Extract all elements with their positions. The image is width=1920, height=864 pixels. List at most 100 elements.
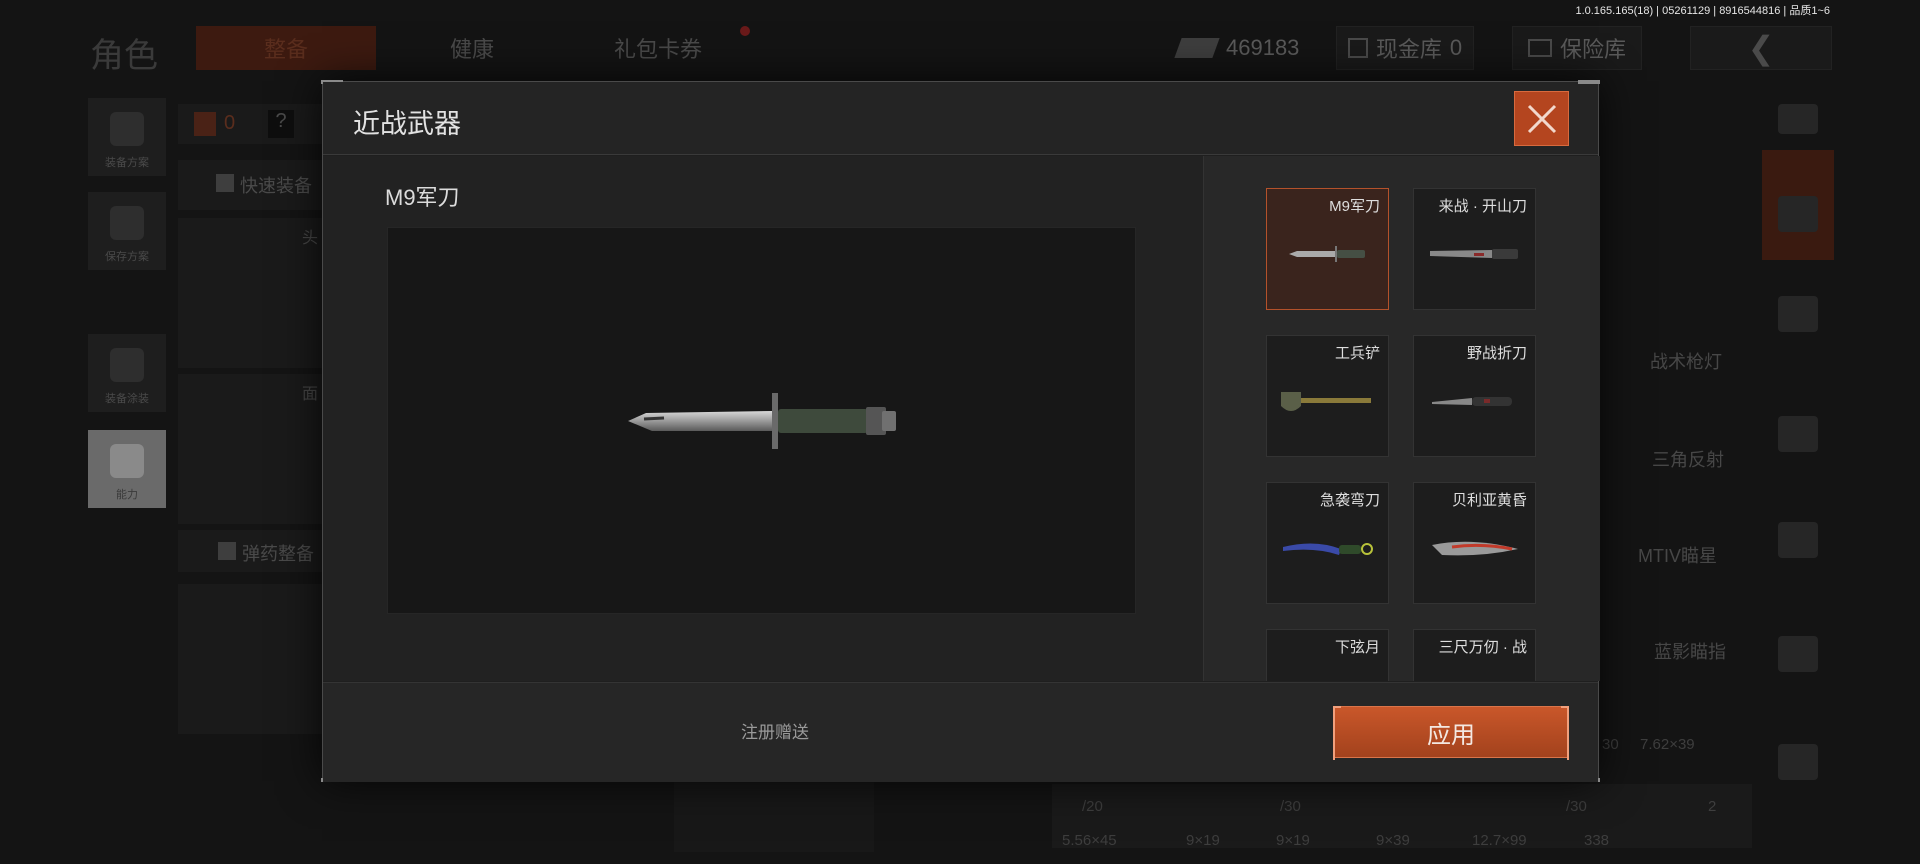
ammo-cell-5: 12.7×99 (1472, 832, 1527, 849)
weapon-card-label: 工兵铲 (1334, 345, 1380, 362)
weapon-card-beria-dusk[interactable]: 贝利亚黄昏 (1413, 482, 1536, 604)
tab-equip[interactable]: 整备 (196, 26, 376, 70)
acquisition-source: 注册赠送 (741, 723, 809, 742)
helmet-icon (110, 348, 144, 382)
help-icon[interactable]: ? (268, 110, 294, 138)
save-plan-button[interactable]: 保存方案 (88, 192, 166, 270)
ammo-count-3: /30 (1566, 798, 1587, 815)
layers-icon (1778, 196, 1818, 232)
weapon-card-crescent[interactable]: 下弦月 (1266, 629, 1389, 681)
attachment-label-light: 战术枪灯 (1650, 352, 1722, 372)
head-slot-label: 头 (301, 230, 318, 247)
ammo-count-5: 2 (1708, 798, 1717, 815)
weapon-card-label: 下弦月 (1334, 639, 1380, 656)
armor-count: 0 (224, 112, 236, 134)
lightning-icon (110, 444, 144, 478)
currency-amount: 469183 (1226, 35, 1300, 60)
weapon-card-folding-knife[interactable]: 野战折刀 (1413, 335, 1536, 457)
ammo-cell-3: 9×19 (1276, 832, 1310, 849)
attachment-label-sight: MTIV瞄星 (1638, 546, 1717, 566)
cash-vault-button[interactable]: 现金库 0 (1336, 26, 1474, 70)
karambit-bg-icon (674, 782, 874, 852)
safe-icon (1527, 39, 1552, 57)
ammo-cell-4: 9×39 (1376, 832, 1410, 849)
apply-button[interactable]: 应用 (1333, 706, 1569, 760)
cash-vault-label: 现金库 (1375, 37, 1442, 62)
page-title: 角色 (90, 37, 158, 75)
insurance-label: 保险库 (1559, 37, 1626, 62)
scope-icon (1778, 744, 1818, 780)
loadout-plan-button[interactable]: 装备方案 (88, 98, 166, 176)
ammo-cell-7: 7.62×39 (1640, 736, 1695, 753)
ammo-count-4: 30 (1602, 736, 1619, 753)
rifle-icon (1778, 416, 1818, 452)
download-icon (110, 206, 144, 240)
tab-gift-cards[interactable]: 礼包卡券 (568, 26, 748, 70)
save-plan-label: 保存方案 (105, 251, 149, 263)
currency-display: 469183 (1174, 26, 1300, 70)
grip-icon (1778, 636, 1818, 672)
stack-icon (1778, 104, 1818, 134)
bg-slot (178, 584, 328, 734)
selected-weapon-name: M9军刀 (385, 185, 460, 210)
weapon-card-label: M9军刀 (1329, 198, 1380, 215)
vault-icon (1347, 38, 1368, 58)
back-button[interactable]: ❮ (1690, 26, 1832, 70)
armor-icon (194, 112, 216, 136)
equip-skin-label: 装备涂装 (105, 393, 149, 405)
ammo-cell-6: 338 (1584, 832, 1610, 849)
ammo-cell-2: 9×19 (1186, 832, 1220, 849)
ammo-icon (218, 542, 236, 560)
melee-weapon-dialog: 近战武器 M9军刀 M9军刀 来战 · 开山刀 工兵铲 野战折刀 急袭弯刀 贝利… (321, 80, 1600, 782)
weapon-card-machete[interactable]: 来战 · 开山刀 (1413, 188, 1536, 310)
attachment-label-reflex: 三角反射 (1652, 450, 1724, 470)
version-info: 1.0.165.165(18) | 05261129 | 8916544816 … (1575, 5, 1830, 17)
ammo-count-2: /30 (1280, 798, 1301, 815)
magazine-icon (1778, 522, 1818, 558)
ability-button[interactable]: 能力 (88, 430, 166, 508)
close-icon (1527, 104, 1556, 133)
insurance-button[interactable]: 保险库 (1512, 26, 1642, 70)
machete-icon (1430, 249, 1518, 259)
weapon-card-label: 野战折刀 (1466, 345, 1527, 362)
bayonet-icon (627, 392, 896, 449)
tab-health[interactable]: 健康 (382, 26, 562, 70)
attachment-label-grip: 蓝影瞄指 (1654, 642, 1726, 662)
weapon-preview-viewport[interactable] (387, 227, 1136, 614)
weapon-preview-panel: M9军刀 (323, 156, 1203, 681)
vest-icon (110, 112, 144, 146)
bayonet-icon (1289, 246, 1365, 262)
face-slot[interactable]: 面 (178, 374, 328, 524)
ammo-prep-label: 弹药整备 (242, 544, 314, 564)
weapon-list-panel: M9军刀 来战 · 开山刀 工兵铲 野战折刀 急袭弯刀 贝利亚黄昏 下弦月 三尺… (1203, 156, 1600, 681)
weapon-card-sword[interactable]: 三尺万仞 · 战 (1413, 629, 1536, 681)
ammo-prep-button[interactable]: 弹药整备 (178, 530, 328, 572)
weapon-card-shovel[interactable]: 工兵铲 (1266, 335, 1389, 457)
head-slot[interactable]: 头 (178, 218, 328, 368)
shirt-icon (216, 174, 234, 192)
ability-label: 能力 (116, 489, 138, 501)
gear-part-icon (1778, 296, 1818, 332)
equip-skin-button[interactable]: 装备涂装 (88, 334, 166, 412)
quick-equip-button[interactable]: 快速装备 (178, 160, 328, 210)
weapon-card-label: 三尺万仞 · 战 (1438, 639, 1527, 656)
loadout-plan-label: 装备方案 (105, 157, 149, 169)
notification-dot (740, 26, 750, 36)
weapon-card-label: 贝利亚黄昏 (1451, 492, 1527, 509)
armor-indicator: 0 ? (178, 104, 328, 144)
close-button[interactable] (1514, 91, 1569, 146)
weapon-card-label: 来战 · 开山刀 (1438, 198, 1527, 215)
karambit-icon (1283, 543, 1373, 555)
weapon-card-m9[interactable]: M9军刀 (1266, 188, 1389, 310)
ammo-cell-1: 5.56×45 (1062, 832, 1117, 849)
quick-equip-label: 快速装备 (240, 176, 312, 196)
cash-vault-count: 0 (1449, 35, 1463, 60)
cash-icon (1174, 38, 1220, 58)
weapon-card-karambit[interactable]: 急袭弯刀 (1266, 482, 1389, 604)
face-slot-label: 面 (301, 386, 318, 403)
shovel-icon (1281, 392, 1371, 411)
dialog-header: 近战武器 (323, 82, 1598, 155)
ammo-count-1: /20 (1082, 798, 1103, 815)
dialog-title: 近战武器 (353, 109, 461, 139)
weapon-card-label: 急袭弯刀 (1319, 492, 1380, 509)
